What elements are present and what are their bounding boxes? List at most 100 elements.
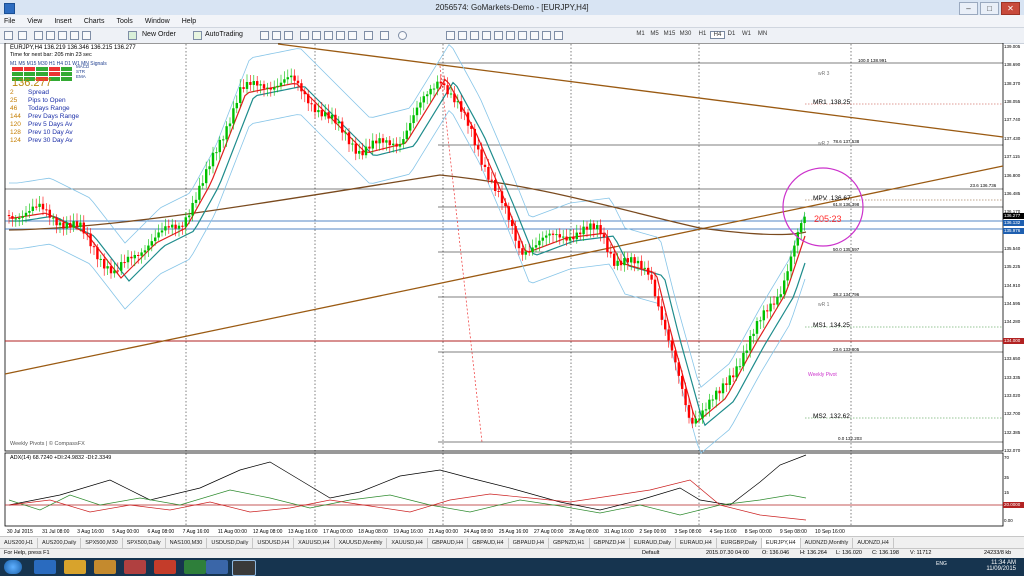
chart-tab[interactable]: NAS100,M30: [166, 538, 208, 548]
chart-tab[interactable]: GBPNZD,H1: [549, 538, 590, 548]
autotrading-button[interactable]: AutoTrading: [205, 30, 243, 40]
chart-tab[interactable]: AUS200,H1: [0, 538, 39, 548]
metatrader-icon[interactable]: [232, 560, 256, 576]
menu-charts[interactable]: Charts: [84, 18, 105, 25]
chart-tab[interactable]: XAUUSD,Monthly: [335, 538, 388, 548]
candle-body: [701, 410, 704, 419]
periods-icon[interactable]: [380, 31, 389, 40]
data-window-icon[interactable]: [46, 31, 55, 40]
equidistant-channel-icon[interactable]: [506, 31, 515, 40]
new-order-icon[interactable]: [128, 31, 137, 40]
chart-tab[interactable]: GBPAUD,H4: [428, 538, 469, 548]
line-chart-icon[interactable]: [284, 31, 293, 40]
zoom-in-icon[interactable]: [300, 31, 309, 40]
language-indicator[interactable]: ENG: [936, 561, 947, 567]
timeframe-m5[interactable]: M5: [648, 31, 661, 37]
chart-tab[interactable]: AUS200,Daily: [38, 538, 82, 548]
candle-body: [273, 87, 276, 90]
timeframe-h4[interactable]: H4: [710, 31, 725, 39]
chart-tab[interactable]: SPX500,Daily: [123, 538, 166, 548]
menu-insert[interactable]: Insert: [54, 18, 72, 25]
status-volume: V: 11712: [910, 550, 932, 556]
chart-tab[interactable]: AUDNZD,Monthly: [801, 538, 854, 548]
timeframe-m30[interactable]: M30: [679, 31, 692, 37]
navigator-icon[interactable]: [58, 31, 67, 40]
indicators-icon[interactable]: [364, 31, 373, 40]
chart-tab[interactable]: EURGBP,Daily: [717, 538, 763, 548]
ie-icon[interactable]: [34, 560, 56, 574]
zoom-out-icon[interactable]: [312, 31, 321, 40]
chart-tab[interactable]: USDUSD,Daily: [207, 538, 254, 548]
timeframe-m1[interactable]: M1: [634, 31, 647, 37]
time-axis-label: 5 Aug 00:00: [112, 529, 140, 535]
timeframe-w1[interactable]: W1: [740, 31, 753, 37]
candle-body: [460, 101, 463, 112]
stat-value: 128: [10, 129, 21, 136]
bar-chart-icon[interactable]: [260, 31, 269, 40]
arrows-icon[interactable]: [554, 31, 563, 40]
media-icon[interactable]: [124, 560, 146, 574]
chart-tab[interactable]: GBPAUD,H4: [468, 538, 509, 548]
autotrading-icon[interactable]: [193, 31, 202, 40]
close-button[interactable]: ✕: [1001, 2, 1020, 15]
start-button-icon[interactable]: [4, 560, 22, 574]
chart-tab[interactable]: EURJPY,H4: [762, 538, 801, 548]
new-chart-icon[interactable]: [4, 31, 13, 40]
cursor-icon[interactable]: [446, 31, 455, 40]
candle-body: [789, 256, 793, 272]
crosshair-icon[interactable]: [458, 31, 467, 40]
autoscroll-icon[interactable]: [336, 31, 345, 40]
system-clock[interactable]: 11:34 AM 11/09/2015: [986, 560, 1016, 572]
trendline-icon[interactable]: [494, 31, 503, 40]
new-order-button[interactable]: New Order: [142, 30, 176, 40]
horizontal-line-icon[interactable]: [482, 31, 491, 40]
chart-tab[interactable]: SPX500,M30: [81, 538, 123, 548]
pdf-icon[interactable]: [154, 560, 176, 574]
chart-tab[interactable]: EURAUD,Daily: [630, 538, 676, 548]
text-label-icon[interactable]: [542, 31, 551, 40]
chart-shift-icon[interactable]: [348, 31, 357, 40]
chart-tab[interactable]: XAUUSD,H4: [387, 538, 428, 548]
chart-tab[interactable]: EURAUD,H4: [676, 538, 717, 548]
text-tool-icon[interactable]: [530, 31, 539, 40]
explorer-icon[interactable]: [94, 560, 116, 574]
chart-tab[interactable]: XAUUSD,H4: [294, 538, 335, 548]
menu-view[interactable]: View: [27, 18, 42, 25]
candle-body: [545, 235, 548, 238]
timeframe-mn[interactable]: MN: [756, 31, 769, 37]
candlestick-icon[interactable]: [272, 31, 281, 40]
timeframe-h1[interactable]: H1: [696, 31, 709, 37]
candle-body: [500, 191, 504, 204]
market-watch-icon[interactable]: [34, 31, 43, 40]
menu-window[interactable]: Window: [145, 18, 170, 25]
strategy-tester-icon[interactable]: [82, 31, 91, 40]
tile-windows-icon[interactable]: [324, 31, 333, 40]
status-help: For Help, press F1: [4, 550, 50, 556]
word-icon[interactable]: [206, 560, 228, 574]
timeframe-m15[interactable]: M15: [663, 31, 676, 37]
chart-tab[interactable]: USDUSD,H4: [253, 538, 295, 548]
menu-help[interactable]: Help: [182, 18, 196, 25]
fibonacci-icon[interactable]: [518, 31, 527, 40]
timeframe-d1[interactable]: D1: [725, 31, 738, 37]
vertical-line-icon[interactable]: [470, 31, 479, 40]
profiles-icon[interactable]: [18, 31, 27, 40]
candle-body: [14, 218, 17, 220]
menu-tools[interactable]: Tools: [116, 18, 132, 25]
candle-body: [99, 258, 102, 260]
chart-tab[interactable]: GBPNZD,H4: [590, 538, 630, 548]
price-chart[interactable]: [0, 43, 1024, 534]
templates-icon[interactable]: [398, 31, 407, 40]
chrome-icon[interactable]: [64, 560, 86, 574]
terminal-icon[interactable]: [70, 31, 79, 40]
time-axis-label: 3 Sep 08:00: [674, 529, 702, 535]
chart-tab[interactable]: GBPAUD,H4: [509, 538, 550, 548]
excel-icon[interactable]: [184, 560, 206, 574]
title-bar: 2056574: GoMarkets-Demo - [EURJPY,H4] – …: [0, 0, 1024, 16]
menu-file[interactable]: File: [4, 18, 15, 25]
price-axis-label: 138.370: [1004, 80, 1021, 86]
minimize-button[interactable]: –: [959, 2, 978, 15]
chart-tab[interactable]: AUDNZD,H4: [853, 538, 894, 548]
price-axis-label: 133.650: [1004, 356, 1021, 362]
maximize-button[interactable]: □: [980, 2, 999, 15]
